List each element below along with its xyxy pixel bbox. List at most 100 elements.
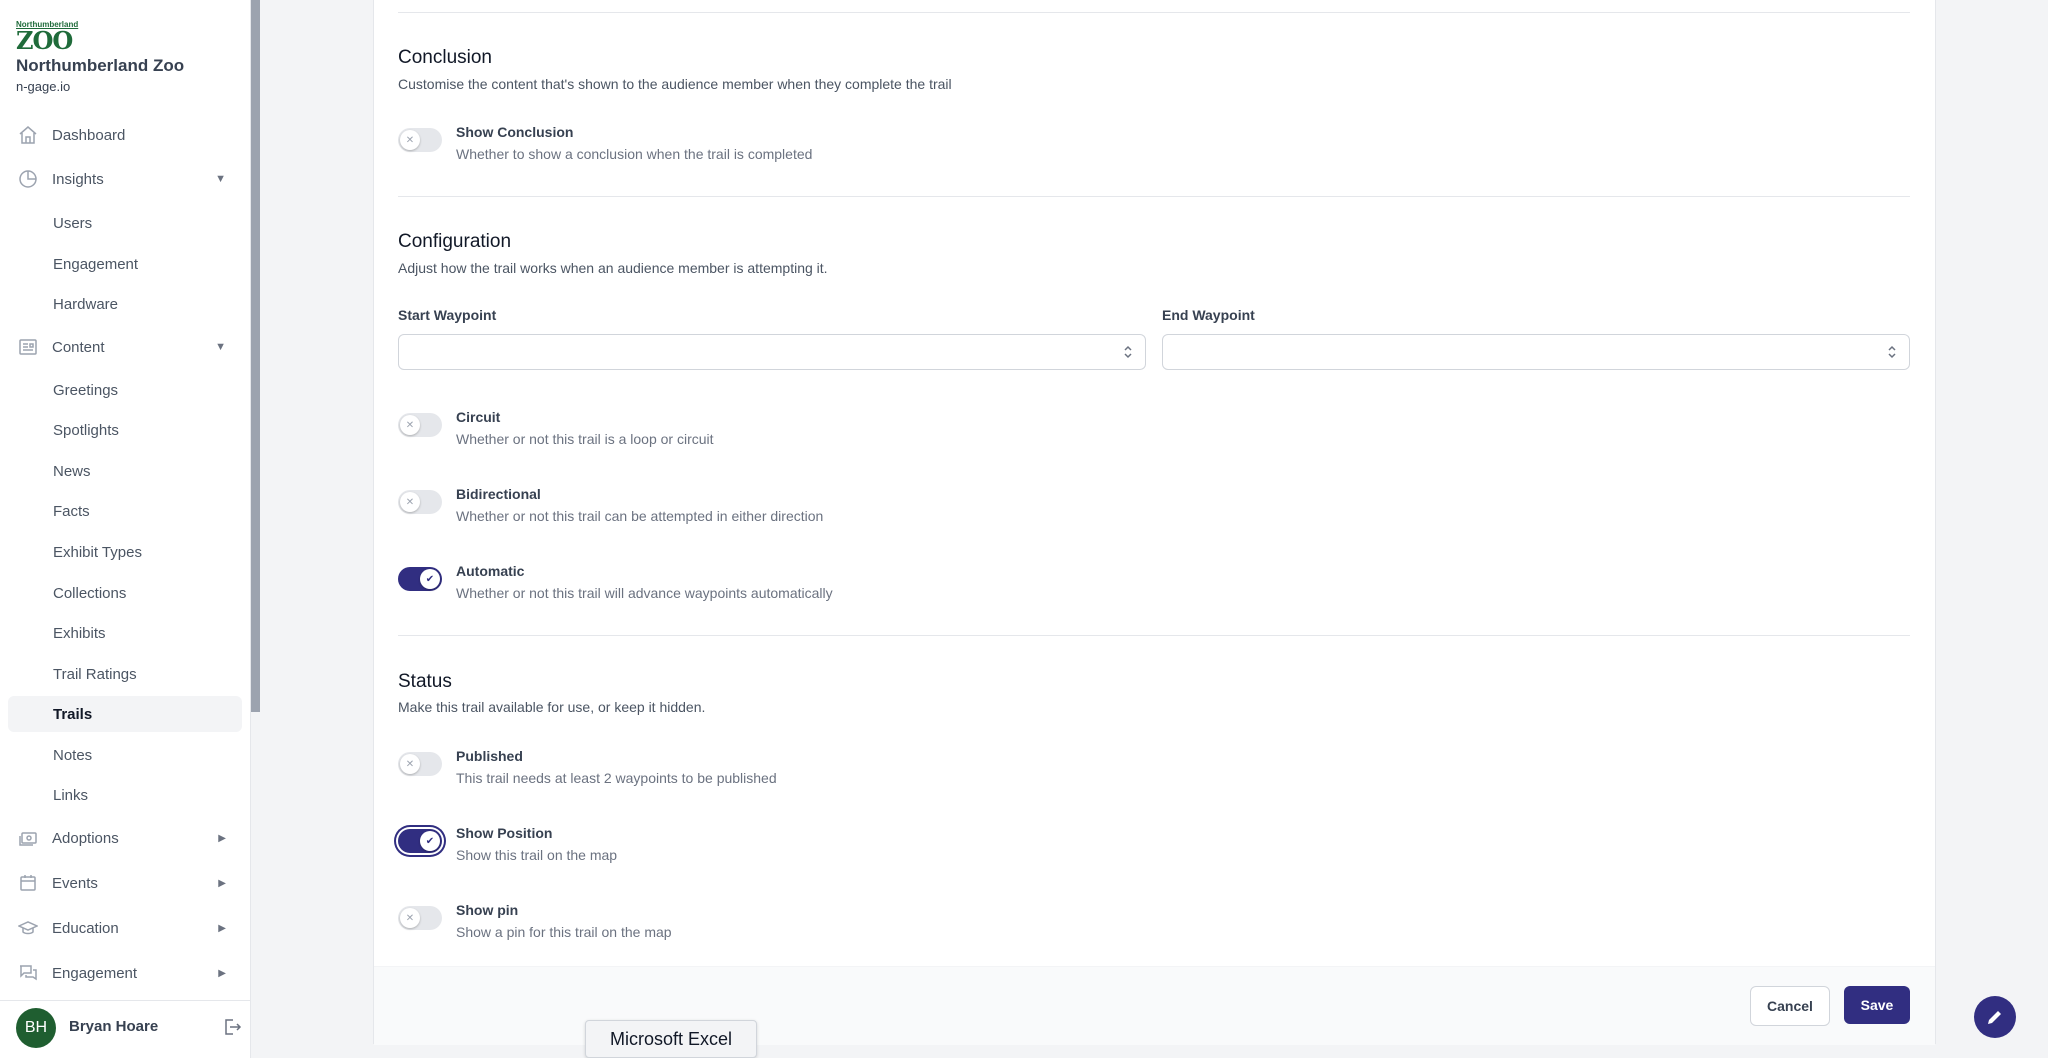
check-icon: ✔ xyxy=(420,831,440,851)
x-icon: ✕ xyxy=(400,415,420,435)
circuit-toggle[interactable]: ✕ xyxy=(398,413,442,437)
nav-hardware-label: Hardware xyxy=(53,295,119,313)
nav-trails[interactable]: Trails xyxy=(8,696,242,732)
nav-hardware[interactable]: Hardware xyxy=(8,286,242,322)
bidirectional-toggle[interactable]: ✕ xyxy=(398,490,442,514)
cancel-button[interactable]: Cancel xyxy=(1750,986,1830,1026)
sidebar-scrollbar[interactable] xyxy=(251,0,260,712)
nav-greetings[interactable]: Greetings xyxy=(8,372,242,408)
nav-insights[interactable]: Insights ▼ xyxy=(8,161,242,197)
show-conclusion-label: Show Conclusion xyxy=(456,124,574,140)
pencil-icon xyxy=(1988,1011,2001,1024)
org-logo[interactable]: Northumberland ZOO xyxy=(16,20,78,55)
nav-trail-ratings[interactable]: Trail Ratings xyxy=(8,656,242,692)
nav-news-label: News xyxy=(53,462,91,480)
nav-exhibit-types[interactable]: Exhibit Types xyxy=(8,534,242,570)
status-description: Make this trail available for use, or ke… xyxy=(398,699,706,715)
sidebar-scroll-area: Northumberland ZOO Northumberland Zoo n-… xyxy=(0,0,250,990)
show-conclusion-toggle[interactable]: ✕ xyxy=(398,128,442,152)
published-toggle[interactable]: ✕ xyxy=(398,752,442,776)
nav-exhibits[interactable]: Exhibits xyxy=(8,615,242,651)
trail-form-card: Conclusion Customise the content that's … xyxy=(373,0,1936,1045)
nav-exhibit-types-label: Exhibit Types xyxy=(53,543,142,561)
status-title: Status xyxy=(398,671,452,692)
nav-adoptions[interactable]: Adoptions ▶ xyxy=(8,820,242,856)
configuration-title: Configuration xyxy=(398,231,512,252)
chevron-up-down-icon xyxy=(1123,344,1133,360)
start-waypoint-select[interactable] xyxy=(398,334,1146,370)
save-button[interactable]: Save xyxy=(1844,986,1910,1024)
nav-events-label: Events xyxy=(52,874,98,892)
nav-greetings-label: Greetings xyxy=(53,381,119,399)
nav-content-label: Content xyxy=(52,338,105,356)
show-pin-toggle[interactable]: ✕ xyxy=(398,906,442,930)
end-waypoint-select[interactable] xyxy=(1162,334,1910,370)
chevron-right-icon: ▶ xyxy=(218,877,226,889)
x-icon: ✕ xyxy=(400,130,420,150)
nav-engagement-insights-label: Engagement xyxy=(53,255,139,273)
zoo-logo-icon: Northumberland ZOO xyxy=(16,20,78,55)
nav-links[interactable]: Links xyxy=(8,777,242,813)
x-icon: ✕ xyxy=(400,492,420,512)
nav-spotlights[interactable]: Spotlights xyxy=(8,412,242,448)
divider xyxy=(398,635,1910,636)
nav-education[interactable]: Education ▶ xyxy=(8,910,242,946)
nav-events[interactable]: Events ▶ xyxy=(8,865,242,901)
show-position-desc: Show this trail on the map xyxy=(456,847,618,863)
nav-notes[interactable]: Notes xyxy=(8,737,242,773)
divider xyxy=(398,196,1910,197)
chevron-down-icon: ▼ xyxy=(215,173,226,185)
chevron-right-icon: ▶ xyxy=(218,967,226,979)
org-domain: n-gage.io xyxy=(16,79,71,94)
chevron-down-icon: ▼ xyxy=(215,341,226,353)
nav-news[interactable]: News xyxy=(8,453,242,489)
nav-notes-label: Notes xyxy=(53,746,93,764)
org-name: Northumberland Zoo xyxy=(16,56,185,75)
x-icon: ✕ xyxy=(400,908,420,928)
nav-collections[interactable]: Collections xyxy=(8,575,242,611)
divider xyxy=(398,12,1910,13)
check-icon: ✔ xyxy=(420,569,440,589)
nav-engagement[interactable]: Engagement ▶ xyxy=(8,955,242,990)
published-label: Published xyxy=(456,748,523,764)
nav-content[interactable]: Content ▼ xyxy=(8,329,242,365)
start-waypoint-label: Start Waypoint xyxy=(398,307,497,323)
calendar-icon xyxy=(18,873,38,893)
home-icon xyxy=(18,125,38,145)
avatar[interactable]: BH xyxy=(16,1008,56,1048)
show-position-toggle[interactable]: ✔ xyxy=(398,829,442,853)
nav-engagement-insights[interactable]: Engagement xyxy=(8,246,242,282)
nav-spotlights-label: Spotlights xyxy=(53,421,119,439)
newspaper-icon xyxy=(18,337,38,357)
show-pin-desc: Show a pin for this trail on the map xyxy=(456,924,672,940)
academic-cap-icon xyxy=(18,918,38,938)
published-desc: This trail needs at least 2 waypoints to… xyxy=(456,770,777,786)
automatic-toggle[interactable]: ✔ xyxy=(398,567,442,591)
nav-trail-ratings-label: Trail Ratings xyxy=(53,665,137,683)
nav-engagement-label: Engagement xyxy=(52,964,138,982)
nav-users[interactable]: Users xyxy=(8,205,242,241)
logo-big-text: ZOO xyxy=(16,26,73,55)
user-name: Bryan Hoare xyxy=(69,1018,159,1035)
circuit-desc: Whether or not this trail is a loop or c… xyxy=(456,431,714,447)
avatar-initials: BH xyxy=(24,1019,48,1036)
nav-dashboard[interactable]: Dashboard xyxy=(8,117,242,153)
nav-insights-label: Insights xyxy=(52,170,104,188)
nav-dashboard-label: Dashboard xyxy=(52,126,126,144)
nav-collections-label: Collections xyxy=(53,584,127,602)
chevron-right-icon: ▶ xyxy=(218,922,226,934)
nav-links-label: Links xyxy=(53,786,89,804)
user-bar: BH Bryan Hoare xyxy=(0,1000,250,1058)
nav-facts[interactable]: Facts xyxy=(8,493,242,529)
circuit-label: Circuit xyxy=(456,409,501,425)
automatic-label: Automatic xyxy=(456,563,525,579)
chevron-up-down-icon xyxy=(1887,344,1897,360)
edit-fab-button[interactable] xyxy=(1974,996,2016,1038)
nav-users-label: Users xyxy=(53,214,93,232)
chevron-right-icon: ▶ xyxy=(218,832,226,844)
end-waypoint-label: End Waypoint xyxy=(1162,307,1255,323)
logout-icon[interactable] xyxy=(222,1017,242,1037)
configuration-description: Adjust how the trail works when an audie… xyxy=(398,260,828,276)
cash-icon xyxy=(18,828,38,848)
show-pin-label: Show pin xyxy=(456,902,519,918)
